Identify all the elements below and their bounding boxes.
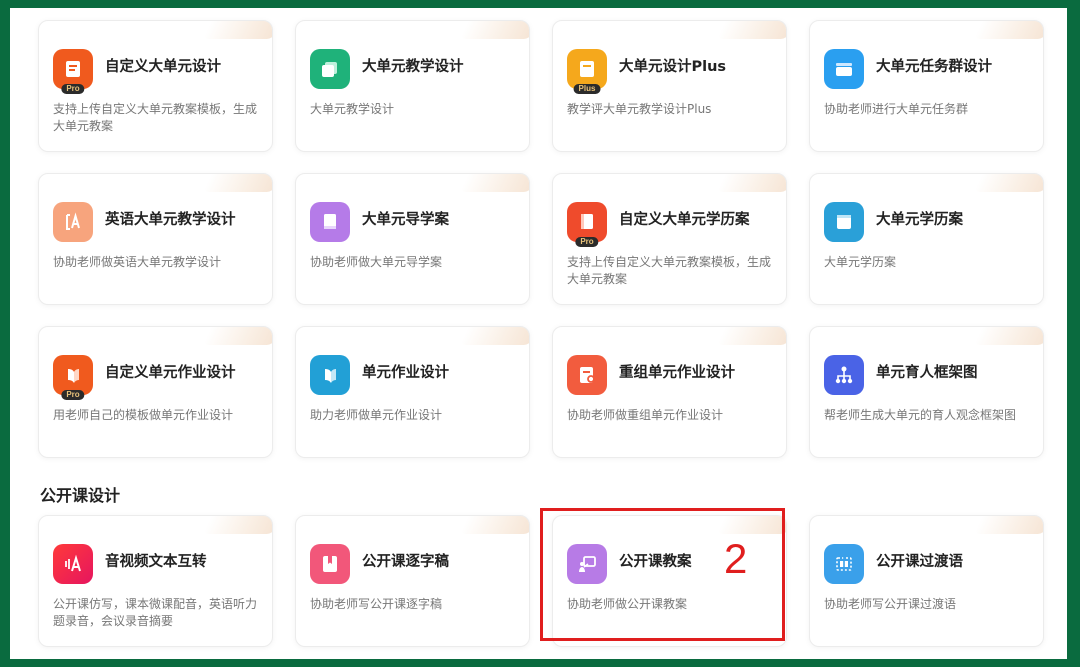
tool-title: 英语大单元教学设计 <box>105 212 236 228</box>
tool-card-unit-task-group[interactable]: 大单元任务群设计 协助老师进行大单元任务群 <box>809 20 1044 152</box>
tool-desc: 协助老师写公开课逐字稿 <box>310 597 443 611</box>
tool-card-custom-unit-design[interactable]: Pro 自定义大单元设计 支持上传自定义大单元教案模板，生成大单元教案 <box>38 20 273 152</box>
tool-desc: 协助老师做公开课教案 <box>567 597 688 611</box>
tool-desc: 大单元学历案 <box>824 255 897 269</box>
tool-card-public-lesson-transcript[interactable]: 公开课逐字稿 协助老师写公开课逐字稿 <box>295 515 530 647</box>
tool-card-public-lesson-plan[interactable]: 公开课教案 协助老师做公开课教案 <box>552 515 787 647</box>
pro-badge: Pro <box>61 390 85 400</box>
tool-card-custom-homework-design[interactable]: Pro 自定义单元作业设计 用老师自己的模板做单元作业设计 <box>38 326 273 458</box>
tool-title: 单元育人框架图 <box>876 365 978 381</box>
tool-desc: 助力老师做单元作业设计 <box>310 408 443 422</box>
tool-desc: 协助老师做重组单元作业设计 <box>567 408 724 422</box>
tool-title: 重组单元作业设计 <box>619 365 735 381</box>
tool-card-restructured-homework[interactable]: 重组单元作业设计 协助老师做重组单元作业设计 <box>552 326 787 458</box>
tool-desc: 协助老师做大单元导学案 <box>310 255 443 269</box>
annotation-number: 2 <box>724 535 748 582</box>
tool-card-unit-teaching-design[interactable]: 大单元教学设计 大单元教学设计 <box>295 20 530 152</box>
pro-badge: Pro <box>61 84 85 94</box>
tool-card-homework-design[interactable]: 单元作业设计 助力老师做单元作业设计 <box>295 326 530 458</box>
teacher-board-icon <box>567 544 607 584</box>
tool-title: 自定义大单元学历案 <box>619 212 750 228</box>
tool-desc: 教学评大单元教学设计Plus <box>567 102 712 116</box>
pages-icon <box>310 355 350 395</box>
tool-desc: 大单元教学设计 <box>310 102 395 116</box>
tool-title: 公开课教案 <box>619 554 692 570</box>
tool-title: 大单元学历案 <box>876 212 963 228</box>
tool-title: 公开课过渡语 <box>876 554 963 570</box>
tools-panel: Pro 自定义大单元设计 支持上传自定义大单元教案模板，生成大单元教案 大单元教… <box>10 8 1067 659</box>
plus-badge: Plus <box>573 84 601 94</box>
pro-badge: Pro <box>575 237 599 247</box>
tool-card-audio-text-convert[interactable]: 音视频文本互转 公开课仿写，课本微课配音，英语听力题录音，会议录音摘要 <box>38 515 273 647</box>
notebook-pro-icon: Pro <box>567 202 607 247</box>
tool-desc: 协助老师写公开课过渡语 <box>824 597 957 611</box>
tool-title: 大单元导学案 <box>362 212 449 228</box>
tool-title: 音视频文本互转 <box>105 554 207 570</box>
tool-row-public-lesson: 音视频文本互转 公开课仿写，课本微课配音，英语听力题录音，会议录音摘要 公开课逐… <box>38 515 1044 647</box>
tool-card-public-lesson-transition[interactable]: 公开课过渡语 协助老师写公开课过渡语 <box>809 515 1044 647</box>
tool-card-unit-study-guide[interactable]: 大单元导学案 协助老师做大单元导学案 <box>295 173 530 305</box>
tool-desc: 协助老师进行大单元任务群 <box>824 102 969 116</box>
tool-title: 大单元教学设计 <box>362 59 464 75</box>
book-icon <box>310 202 350 242</box>
tool-title: 大单元设计Plus <box>619 59 727 75</box>
tool-row-2: 英语大单元教学设计 协助老师做英语大单元教学设计 大单元导学案 协助老师做大单元… <box>38 173 1044 305</box>
tool-card-unit-learning-record[interactable]: 大单元学历案 大单元学历案 <box>809 173 1044 305</box>
tool-desc: 支持上传自定义大单元教案模板，生成大单元教案 <box>53 102 258 133</box>
tool-card-english-unit-design[interactable]: 英语大单元教学设计 协助老师做英语大单元教学设计 <box>38 173 273 305</box>
window-icon <box>824 202 864 242</box>
folder-icon <box>824 49 864 89</box>
tool-title: 公开课逐字稿 <box>362 554 449 570</box>
tool-desc: 用老师自己的模板做单元作业设计 <box>53 408 234 422</box>
transition-icon <box>824 544 864 584</box>
tool-card-custom-learning-record[interactable]: Pro 自定义大单元学历案 支持上传自定义大单元教案模板，生成大单元教案 <box>552 173 787 305</box>
tool-card-education-framework[interactable]: 单元育人框架图 帮老师生成大单元的育人观念框架图 <box>809 326 1044 458</box>
hierarchy-icon <box>824 355 864 395</box>
document-plus-icon: Plus <box>567 49 607 94</box>
tool-desc: 支持上传自定义大单元教案模板，生成大单元教案 <box>567 255 772 286</box>
document-pro-icon: Pro <box>53 49 93 94</box>
tool-card-unit-design-plus[interactable]: Plus 大单元设计Plus 教学评大单元教学设计Plus <box>552 20 787 152</box>
audio-text-icon <box>53 544 93 584</box>
section-title-public-lesson: 公开课设计 <box>40 486 121 505</box>
doc-search-icon <box>567 355 607 395</box>
tool-title: 大单元任务群设计 <box>876 59 992 75</box>
layers-icon <box>310 49 350 89</box>
tool-row-1: Pro 自定义大单元设计 支持上传自定义大单元教案模板，生成大单元教案 大单元教… <box>38 20 1044 152</box>
letter-a-icon <box>53 202 93 242</box>
tool-title: 自定义单元作业设计 <box>105 365 236 381</box>
tool-desc: 协助老师做英语大单元教学设计 <box>53 255 222 269</box>
tool-title: 单元作业设计 <box>362 365 449 381</box>
tool-title: 自定义大单元设计 <box>105 59 221 75</box>
tool-row-3: Pro 自定义单元作业设计 用老师自己的模板做单元作业设计 单元作业设计 助力老… <box>38 326 1044 458</box>
tool-desc: 公开课仿写，课本微课配音，英语听力题录音，会议录音摘要 <box>53 597 258 628</box>
tool-desc: 帮老师生成大单元的育人观念框架图 <box>824 408 1017 422</box>
pages-pro-icon: Pro <box>53 355 93 400</box>
bookmark-icon <box>310 544 350 584</box>
